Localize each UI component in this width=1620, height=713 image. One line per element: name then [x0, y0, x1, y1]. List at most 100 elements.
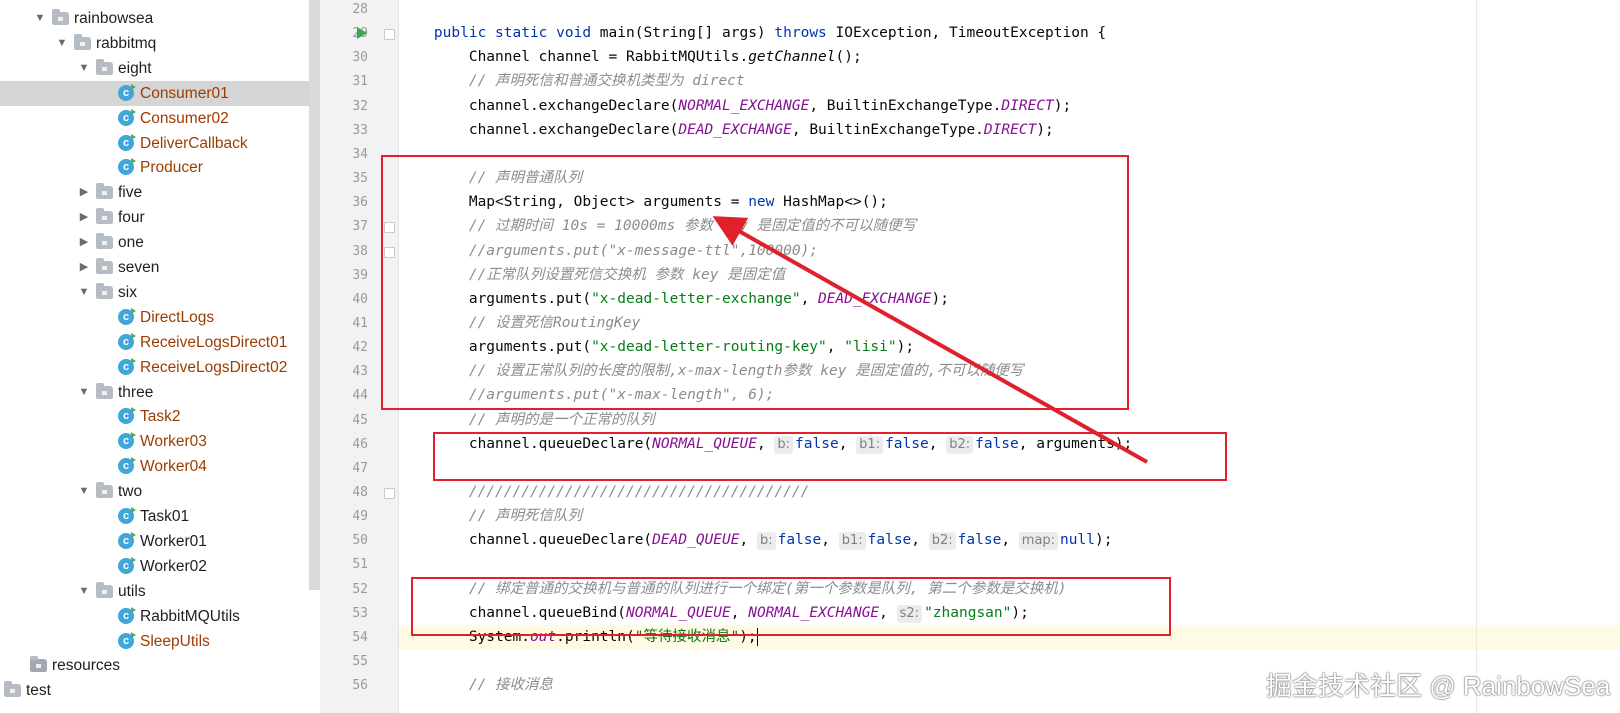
code-keyword: throws [774, 25, 836, 42]
tree-item-four[interactable]: ▶ four [0, 205, 320, 230]
folder-icon [4, 681, 21, 698]
tree-item-rainbowsea[interactable]: ▼ rainbowsea [0, 6, 320, 31]
expand-arrow-down-icon[interactable]: ▼ [78, 380, 90, 405]
expand-arrow-down-icon[interactable]: ▼ [78, 56, 90, 81]
code-line[interactable]: // 声明的是一个正常的队列 [399, 408, 1620, 433]
code-token: ); [1053, 97, 1072, 114]
java-class-icon: c [118, 432, 136, 450]
tree-item-resources[interactable]: resources [0, 653, 320, 678]
line-number: 44 [352, 388, 368, 404]
code-line[interactable]: public static void main(String[] args) t… [399, 21, 1620, 46]
tree-item-utils[interactable]: ▼ utils [0, 579, 320, 604]
tree-item-label: two [118, 483, 143, 501]
line-number: 45 [352, 412, 368, 428]
java-class-icon: c [118, 332, 136, 350]
tree-item-worker01[interactable]: c Worker01 [0, 529, 320, 554]
code-keyword: false [867, 532, 912, 549]
tree-item-label: rainbowsea [74, 10, 154, 27]
java-class-icon: c [118, 457, 136, 475]
tree-item-receivelogsdirect01[interactable]: c ReceiveLogsDirect01 [0, 330, 320, 355]
code-line[interactable]: channel.queueDeclare(DEAD_QUEUE, b: false… [399, 528, 1620, 553]
tree-item-delivercallback[interactable]: c DeliverCallback [0, 131, 320, 156]
code-field: DEAD_QUEUE [652, 532, 740, 549]
java-class-icon: c [118, 507, 136, 524]
code-line[interactable]: // 声明死信和普通交换机类型为 direct [399, 69, 1620, 94]
line-number: 41 [352, 315, 368, 331]
tree-item-consumer01[interactable]: c Consumer01 [0, 80, 320, 106]
annotation-box-queue-declare [433, 432, 1227, 481]
folder-icon [74, 33, 91, 50]
code-token: , [821, 532, 839, 549]
expand-arrow-right-icon[interactable]: ▶ [78, 255, 90, 280]
fold-marker-icon[interactable] [384, 222, 395, 234]
java-class-icon: c [118, 531, 136, 549]
line-number: 43 [352, 364, 368, 380]
parameter-hint: b2: [928, 532, 956, 551]
code-line[interactable] [399, 552, 1620, 577]
line-number: 28 [352, 2, 368, 17]
line-number: 49 [352, 509, 368, 525]
expand-arrow-down-icon[interactable]: ▼ [78, 479, 90, 504]
code-line[interactable]: // 声明死信队列 [399, 504, 1620, 529]
tree-item-seven[interactable]: ▶ seven [0, 255, 320, 280]
java-class-icon: c [118, 158, 136, 176]
expand-arrow-down-icon[interactable]: ▼ [78, 579, 90, 604]
code-line[interactable]: channel.exchangeDeclare(DEAD_EXCHANGE, B… [399, 118, 1620, 143]
expand-arrow-right-icon[interactable]: ▶ [78, 205, 90, 230]
code-field: DIRECT [983, 121, 1037, 138]
tree-item-receivelogsdirect02[interactable]: c ReceiveLogsDirect02 [0, 355, 320, 380]
tree-item-label: Worker03 [140, 433, 207, 451]
tree-item-worker02[interactable]: c Worker02 [0, 554, 320, 579]
expand-arrow-down-icon[interactable]: ▼ [56, 31, 68, 56]
code-token: , BuiltinExchangeType. [791, 121, 984, 138]
fold-marker-icon[interactable] [384, 246, 395, 258]
tree-item-directlogs[interactable]: c DirectLogs [0, 305, 320, 330]
tree-scrollbar[interactable] [309, 0, 320, 590]
tree-item-label: Consumer01 [140, 84, 229, 102]
code-line[interactable] [399, 0, 1620, 22]
code-line[interactable]: Channel channel = RabbitMQUtils.getChann… [399, 45, 1620, 70]
code-token: , [911, 532, 929, 549]
run-main-icon[interactable] [357, 27, 367, 39]
tree-item-worker03[interactable]: c Worker03 [0, 429, 320, 454]
expand-arrow-right-icon[interactable]: ▶ [78, 230, 90, 255]
tree-item-label: one [118, 234, 144, 252]
folder-icon [96, 58, 113, 75]
tree-item-rabbitmq[interactable]: ▼ rabbitmq [0, 31, 320, 56]
tree-item-task2[interactable]: c Task2 [0, 404, 320, 429]
line-number: 31 [352, 74, 368, 90]
tree-item-five[interactable]: ▶ five [0, 180, 320, 205]
tree-item-consumer02[interactable]: c Consumer02 [0, 106, 320, 131]
tree-item-rabbitmqutils[interactable]: c RabbitMQUtils [0, 604, 320, 629]
tree-item-producer[interactable]: c Producer [0, 155, 320, 180]
tree-item-worker04[interactable]: c Worker04 [0, 454, 320, 479]
tree-item-label: seven [118, 259, 160, 276]
code-line[interactable]: channel.exchangeDeclare(NORMAL_EXCHANGE,… [399, 94, 1620, 119]
code-line[interactable]: /////////////////////////////////////// [399, 480, 1620, 505]
tree-item-label: DirectLogs [140, 308, 215, 326]
expand-arrow-right-icon[interactable]: ▶ [78, 180, 90, 205]
tree-item-label: ReceiveLogsDirect02 [140, 358, 288, 376]
tree-item-eight[interactable]: ▼ eight [0, 56, 320, 81]
tree-item-label: Worker01 [140, 532, 207, 550]
tree-item-sleeputils[interactable]: c SleepUtils [0, 629, 320, 654]
fold-marker-icon[interactable] [384, 29, 395, 41]
tree-item-task01[interactable]: c Task01 [0, 504, 320, 529]
code-comment: // 声明死信队列 [468, 508, 583, 525]
tree-item-six[interactable]: ▼ six [0, 280, 320, 305]
line-number: 33 [352, 122, 368, 138]
expand-arrow-down-icon[interactable]: ▼ [34, 6, 46, 31]
tree-item-test[interactable]: test [0, 678, 320, 703]
tree-item-one[interactable]: ▶ one [0, 230, 320, 255]
tree-item-three[interactable]: ▼ three [0, 380, 320, 405]
tree-item-label: test [26, 682, 51, 700]
fold-marker-icon[interactable] [384, 488, 395, 499]
code-token: Channel channel = RabbitMQUtils. [399, 49, 749, 66]
expand-arrow-down-icon[interactable]: ▼ [78, 280, 90, 305]
code-comment: // 接收消息 [468, 677, 554, 694]
tree-item-two[interactable]: ▼ two [0, 479, 320, 504]
java-class-icon: c [118, 83, 136, 101]
tree-item-label: resources [52, 657, 121, 675]
